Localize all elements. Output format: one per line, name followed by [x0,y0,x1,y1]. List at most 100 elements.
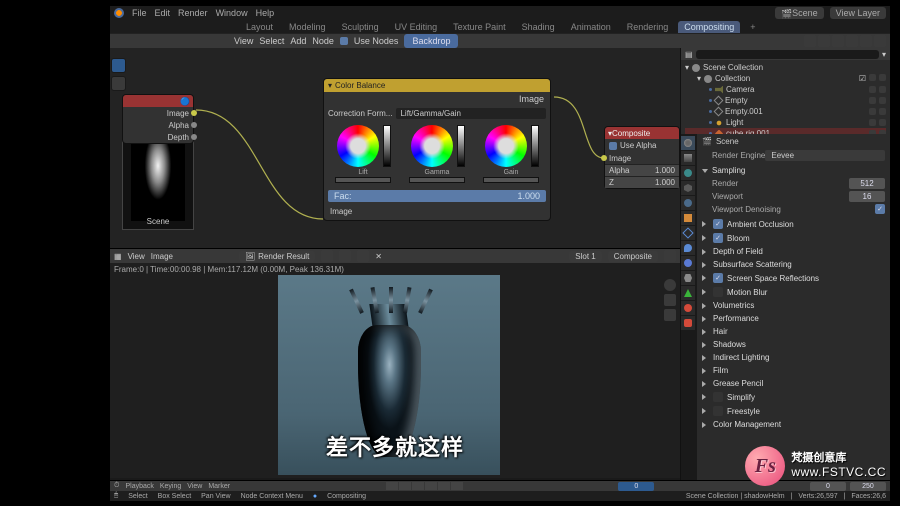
tab-texture[interactable]: Texture Paint [447,21,512,33]
tool-annotate[interactable] [111,76,126,91]
menu-file[interactable]: File [132,8,147,18]
gamma-bar[interactable] [409,177,465,183]
pin-icon[interactable] [321,250,333,262]
composite-node[interactable]: ▾ Composite Use Alpha Image Alpha1.000 Z… [604,126,680,189]
jump-end-icon[interactable] [451,482,463,490]
gamma-value-slider[interactable] [457,125,465,167]
tl-marker[interactable]: Marker [208,483,230,490]
viewlayer-selector[interactable]: View Layer [830,7,886,19]
tree-collection[interactable]: ▾Collection☑ [685,73,886,84]
correction-formula-dropdown[interactable]: Lift/Gamma/Gain [396,108,546,119]
section-bloom[interactable]: Bloom [702,231,885,245]
keyframe-next-icon[interactable] [438,482,450,490]
outliner-mode-icon[interactable]: ▤ [685,50,693,59]
section-motion-blur[interactable]: Motion Blur [702,285,885,299]
menu-view[interactable]: View [234,36,253,46]
tab-physics-properties[interactable] [681,256,695,270]
menu-help[interactable]: Help [256,8,275,18]
section-sampling[interactable]: Sampling [702,164,885,177]
use-nodes-checkbox[interactable] [340,37,348,45]
tab-render-properties[interactable] [681,136,695,150]
tab-mesh-properties[interactable] [681,286,695,300]
section-volumetrics[interactable]: Volumetrics [702,299,885,312]
section-sss[interactable]: Subsurface Scattering [702,258,885,271]
timeline-mode-icon[interactable]: ⏱ [114,482,119,490]
tl-playback[interactable]: Playback [125,483,153,490]
render-engine-dropdown[interactable]: Eevee [765,150,885,161]
slot-selector[interactable]: Slot 1 [569,251,601,262]
backdrop-zoom-out-icon[interactable] [818,35,830,47]
section-simplify[interactable]: Simplify [702,390,885,404]
section-performance[interactable]: Performance [702,312,885,325]
gamma-color-wheel[interactable] [411,125,453,167]
motion-blur-checkbox[interactable] [713,287,723,297]
layer-selector[interactable]: Composite [608,251,658,262]
backdrop-zoom-in-icon[interactable] [804,35,816,47]
tab-object-properties[interactable] [681,211,695,225]
viewport-samples-input[interactable]: 16 [849,191,885,202]
tool-select-box[interactable] [111,58,126,73]
render-samples-input[interactable]: 512 [849,178,885,189]
input-z[interactable]: Z1.000 [605,176,679,188]
render-layers-node[interactable]: 🔵 Image Alpha Depth [122,94,194,144]
tree-empty001[interactable]: Empty.001 [685,106,886,117]
outliner-search[interactable] [696,50,879,59]
tab-add-workspace[interactable]: + [744,21,761,33]
keyframe-prev-icon[interactable] [399,482,411,490]
use-alpha-checkbox[interactable] [609,142,617,150]
tree-camera[interactable]: Camera [685,84,886,95]
gear-icon[interactable] [664,250,676,262]
section-shadows[interactable]: Shadows [702,338,885,351]
new-icon[interactable] [339,250,351,262]
tab-compositing[interactable]: Compositing [678,21,740,33]
ie-icon[interactable]: ▦ [114,252,122,261]
channel-b-icon[interactable] [874,35,886,47]
pan-icon[interactable] [664,294,676,306]
tl-keying[interactable]: Keying [160,483,181,490]
freestyle-checkbox[interactable] [713,406,723,416]
lift-bar[interactable] [335,177,391,183]
gain-bar[interactable] [483,177,539,183]
unlink-x-icon[interactable]: ✕ [375,252,382,261]
current-frame-input[interactable]: 0 [618,482,654,491]
backdrop-fit-icon[interactable] [832,35,844,47]
tab-modifier-properties[interactable] [681,226,695,240]
section-ao[interactable]: Ambient Occlusion [702,217,885,231]
section-dof[interactable]: Depth of Field [702,245,885,258]
channel-g-icon[interactable] [860,35,872,47]
lift-value-slider[interactable] [383,125,391,167]
ssr-checkbox[interactable] [713,273,723,283]
menu-render[interactable]: Render [178,8,208,18]
tree-empty[interactable]: Empty [685,95,886,106]
tab-constraint-properties[interactable] [681,271,695,285]
menu-add[interactable]: Add [290,36,306,46]
input-alpha[interactable]: Alpha1.000 [605,164,679,176]
eye-icon[interactable] [869,86,876,93]
fac-slider[interactable]: Fac:1.000 [328,190,546,202]
tab-uv[interactable]: UV Editing [389,21,444,33]
color-balance-node[interactable]: ▾Color Balance Image Correction Form...L… [323,78,551,221]
tree-scene-collection[interactable]: ▾Scene Collection [685,62,886,73]
ie-menu-view[interactable]: View [128,252,145,261]
section-hair[interactable]: Hair [702,325,885,338]
section-freestyle[interactable]: Freestyle [702,404,885,418]
tab-viewlayer-properties[interactable] [681,166,695,180]
node-graph-area[interactable]: Scene 🔵 Image Alpha Depth ▾C [110,48,680,480]
bloom-checkbox[interactable] [713,233,723,243]
tab-rendering[interactable]: Rendering [621,21,675,33]
tree-light[interactable]: Light [685,117,886,128]
section-grease-pencil[interactable]: Grease Pencil [702,377,885,390]
ie-menu-image[interactable]: Image [151,252,173,261]
hand-icon[interactable] [664,309,676,321]
tab-texture-properties[interactable] [681,316,695,330]
section-film[interactable]: Film [702,364,885,377]
channel-r-icon[interactable] [846,35,858,47]
gain-value-slider[interactable] [531,125,539,167]
menu-node[interactable]: Node [312,36,334,46]
menu-edit[interactable]: Edit [155,8,171,18]
tab-output-properties[interactable] [681,151,695,165]
open-icon[interactable] [357,250,369,262]
magnify-icon[interactable] [664,279,676,291]
section-ssr[interactable]: Screen Space Reflections [702,271,885,285]
tab-animation[interactable]: Animation [565,21,617,33]
